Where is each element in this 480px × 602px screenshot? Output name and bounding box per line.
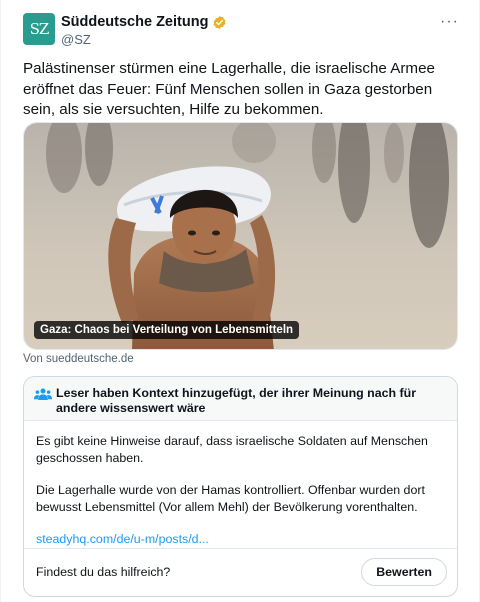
verified-badge-icon xyxy=(213,15,226,29)
photo-illustration xyxy=(24,123,457,349)
note-body: Es gibt keine Hinweise darauf, dass isra… xyxy=(36,433,446,564)
link-source[interactable]: Von sueddeutsche.de xyxy=(23,353,134,365)
image-caption: Gaza: Chaos bei Verteilung von Lebensmit… xyxy=(34,321,300,339)
author-name[interactable]: Süddeutsche Zeitung xyxy=(61,14,208,30)
note-title: Leser haben Kontext hinzugefügt, der ihr… xyxy=(56,386,417,415)
avatar[interactable]: SZ xyxy=(23,13,55,45)
note-paragraph: Es gibt keine Hinweise darauf, dass isra… xyxy=(36,434,428,465)
post: SZ Süddeutsche Zeitung @SZ ··· Palästine… xyxy=(0,0,480,602)
rate-button[interactable]: Bewerten xyxy=(361,558,447,586)
author-handle[interactable]: @SZ xyxy=(61,32,227,47)
note-source-link[interactable]: steadyhq.com/de/u-m/posts/d... xyxy=(36,532,209,546)
note-paragraph: Die Lagerhalle wurde von der Hamas kontr… xyxy=(36,483,425,514)
post-header: SZ Süddeutsche Zeitung @SZ ··· xyxy=(23,13,463,47)
note-footer: Findest du das hilfreich? Bewerten xyxy=(24,548,457,596)
avatar-text: SZ xyxy=(29,20,50,38)
author-name-row: Süddeutsche Zeitung xyxy=(61,14,227,30)
note-header: Leser haben Kontext hinzugefügt, der ihr… xyxy=(24,377,457,421)
post-image[interactable]: Gaza: Chaos bei Verteilung von Lebensmit… xyxy=(23,122,458,350)
people-group-icon xyxy=(34,388,52,400)
helpful-question: Findest du das hilfreich? xyxy=(36,565,171,579)
more-horizontal-icon[interactable]: ··· xyxy=(440,13,459,31)
post-text: Palästinenser stürmen eine Lagerhalle, d… xyxy=(23,60,435,118)
community-note: Leser haben Kontext hinzugefügt, der ihr… xyxy=(23,376,458,597)
author-block: Süddeutsche Zeitung @SZ xyxy=(61,14,227,47)
